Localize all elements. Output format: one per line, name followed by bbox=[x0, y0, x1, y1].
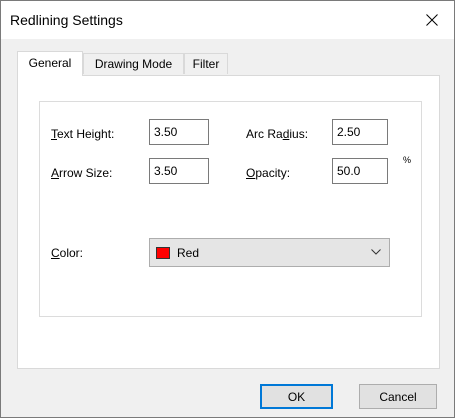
color-selected-value: Red bbox=[177, 246, 200, 260]
tab-filter[interactable]: Filter bbox=[184, 53, 228, 74]
arc-radius-input[interactable] bbox=[332, 119, 388, 145]
opacity-unit: % bbox=[403, 155, 412, 165]
tab-drawing-mode[interactable]: Drawing Mode bbox=[83, 53, 184, 74]
color-label: Color: bbox=[51, 246, 84, 260]
opacity-label: Opacity: bbox=[246, 166, 291, 180]
color-select[interactable]: Red bbox=[149, 238, 390, 267]
chevron-down-icon bbox=[371, 249, 381, 255]
dialog-window: Redlining Settings General Drawing Mode … bbox=[0, 0, 455, 418]
dialog-title: Redlining Settings bbox=[10, 12, 123, 28]
close-button[interactable] bbox=[410, 1, 454, 39]
ok-button[interactable]: OK bbox=[260, 384, 333, 409]
arrow-size-label: Arrow Size: bbox=[51, 166, 113, 180]
cancel-button[interactable]: Cancel bbox=[359, 384, 437, 409]
text-height-label: Text Height: bbox=[51, 127, 115, 141]
close-icon bbox=[426, 14, 438, 26]
text-height-input[interactable] bbox=[149, 119, 209, 145]
arc-radius-label: Arc Radius: bbox=[246, 127, 309, 141]
arrow-size-input[interactable] bbox=[149, 158, 209, 184]
opacity-input[interactable] bbox=[332, 158, 388, 184]
tab-general[interactable]: General bbox=[17, 51, 83, 76]
title-bar: Redlining Settings bbox=[1, 1, 454, 39]
color-swatch bbox=[156, 247, 170, 259]
